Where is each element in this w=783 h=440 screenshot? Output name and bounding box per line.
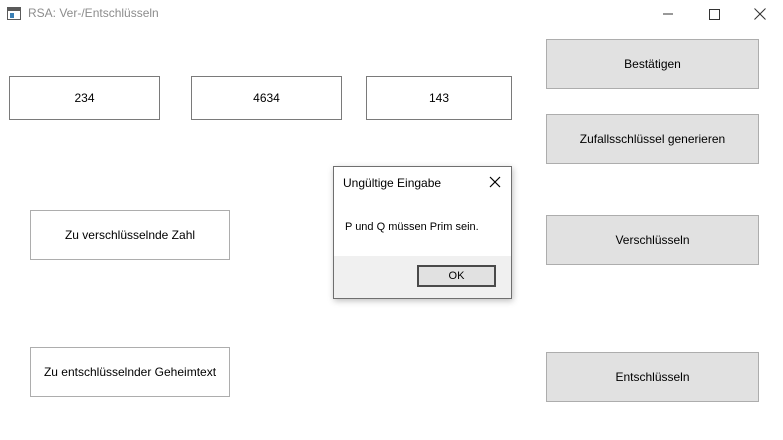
ciphertext-input[interactable]: Zu entschlüsselnder Geheimtext: [30, 347, 230, 397]
ciphertext-input-label: Zu entschlüsselnder Geheimtext: [43, 365, 217, 379]
dialog-ok-label: OK: [448, 270, 465, 282]
q-input-value: 4634: [253, 91, 280, 105]
app-icon: [7, 7, 21, 20]
p-input[interactable]: 234: [9, 76, 160, 120]
encrypt-button[interactable]: Verschlüsseln: [546, 215, 759, 265]
minimize-icon: [663, 13, 673, 15]
dialog-ok-button[interactable]: OK: [417, 265, 496, 287]
title-bar: RSA: Ver-/Entschlüsseln: [0, 0, 783, 28]
e-input-value: 143: [428, 91, 450, 105]
decrypt-button-label: Entschlüsseln: [615, 370, 690, 384]
maximize-button[interactable]: [691, 0, 737, 28]
maximize-icon: [708, 8, 720, 20]
decrypt-button[interactable]: Entschlüsseln: [546, 352, 759, 402]
confirm-button[interactable]: Bestätigen: [546, 39, 759, 89]
confirm-button-label: Bestätigen: [624, 57, 681, 71]
e-input[interactable]: 143: [366, 76, 512, 120]
minimize-button[interactable]: [645, 0, 691, 28]
dialog-close-button[interactable]: [488, 175, 502, 189]
p-input-value: 234: [74, 91, 95, 105]
error-dialog: Ungültige Eingabe P und Q müssen Prim se…: [333, 166, 512, 299]
plaintext-input-label: Zu verschlüsselnde Zahl: [64, 228, 196, 242]
generate-random-key-label: Zufallsschlüssel generieren: [579, 132, 726, 146]
close-button[interactable]: [737, 0, 783, 28]
window-title: RSA: Ver-/Entschlüsseln: [28, 6, 159, 20]
dialog-title: Ungültige Eingabe: [343, 176, 442, 190]
close-icon: [754, 8, 766, 20]
dialog-message: P und Q müssen Prim sein.: [345, 221, 479, 233]
dialog-footer: OK: [334, 256, 511, 298]
q-input[interactable]: 4634: [191, 76, 342, 120]
close-icon: [489, 176, 501, 188]
generate-random-key-button[interactable]: Zufallsschlüssel generieren: [546, 114, 759, 164]
encrypt-button-label: Verschlüsseln: [615, 233, 690, 247]
plaintext-input[interactable]: Zu verschlüsselnde Zahl: [30, 210, 230, 260]
